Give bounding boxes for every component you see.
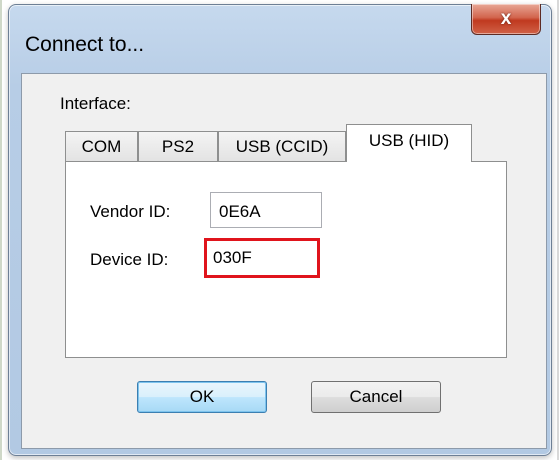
vendor-id-label: Vendor ID:	[90, 202, 171, 221]
device-id-label: Device ID:	[90, 250, 169, 269]
dialog-body: Interface: COM PS2 USB (CCID) USB (HID) …	[21, 73, 547, 449]
close-icon: x	[500, 8, 512, 29]
ok-button[interactable]: OK	[137, 381, 267, 413]
close-button[interactable]: x	[471, 4, 541, 35]
tab-usb-hid[interactable]: USB (HID)	[346, 124, 472, 162]
device-id-field[interactable]: 030F	[204, 238, 320, 278]
tab-ps2[interactable]: PS2	[138, 131, 218, 161]
background-edge-left	[0, 0, 2, 460]
tab-usb-ccid-label: USB (CCID)	[235, 136, 329, 156]
tab-usb-hid-label: USB (HID)	[368, 131, 450, 150]
tab-com-label: COM	[81, 136, 122, 156]
vendor-id-field[interactable]: 0E6A	[210, 192, 322, 228]
interface-label: Interface:	[60, 94, 131, 113]
connect-dialog: Connect to... x Interface: COM PS2 USB (…	[8, 4, 552, 456]
cancel-button[interactable]: Cancel	[311, 381, 441, 413]
tab-usb-ccid[interactable]: USB (CCID)	[218, 131, 346, 161]
usb-hid-panel: Vendor ID: 0E6A Device ID: 030F	[65, 161, 507, 358]
dialog-title: Connect to...	[25, 33, 145, 56]
tab-ps2-label: PS2	[161, 136, 195, 156]
tab-com[interactable]: COM	[65, 131, 138, 161]
